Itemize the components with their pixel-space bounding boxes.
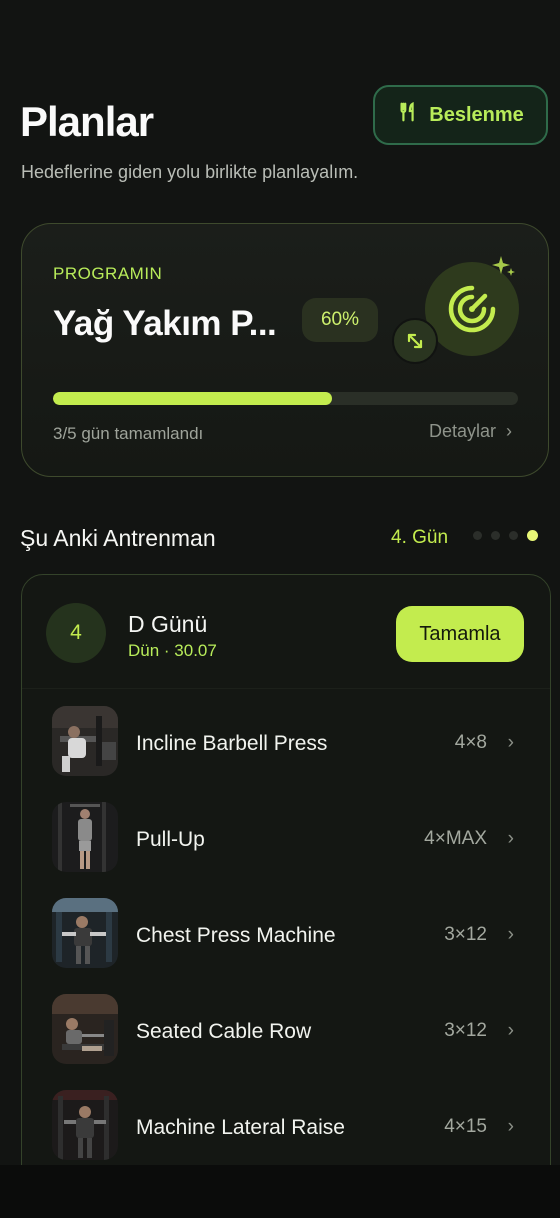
exercise-name: Chest Press Machine [136, 924, 336, 947]
exercise-thumbnail [52, 706, 118, 776]
pager-dots[interactable] [473, 530, 538, 541]
nutrition-button[interactable]: Beslenme [373, 85, 548, 145]
nutrition-button-label: Beslenme [429, 103, 524, 126]
expand-icon [407, 333, 423, 349]
day-number-badge: 4 [46, 603, 106, 663]
pager-dot[interactable] [527, 530, 538, 541]
program-progress-fill [53, 392, 332, 405]
sparkle-icon [492, 256, 515, 276]
exercise-name: Incline Barbell Press [136, 732, 328, 755]
target-icon [448, 285, 496, 333]
exercise-thumbnail [52, 994, 118, 1064]
exercise-name: Machine Lateral Raise [136, 1116, 345, 1139]
page-title: Planlar [20, 98, 154, 145]
exercise-sets: 3×12 [444, 924, 487, 945]
divider [22, 688, 550, 689]
exercise-row[interactable]: Pull-Up 4×MAX › [22, 794, 550, 890]
complete-button[interactable]: Tamamla [396, 606, 524, 662]
exercise-list: Incline Barbell Press 4×8 › Pull-Up 4×MA… [22, 698, 550, 1165]
program-card[interactable]: PROGRAMIN Yağ Yakım P... 60% 3/5 gün tam… [21, 223, 549, 477]
exercise-sets: 4×8 [454, 732, 487, 753]
exercise-row[interactable]: Machine Lateral Raise 4×15 › [22, 1082, 550, 1165]
exercise-thumbnail [52, 802, 118, 872]
details-label: Detaylar [428, 421, 496, 441]
chevron-right-icon: › [507, 924, 514, 945]
details-link[interactable]: Detaylar › [429, 421, 512, 442]
bottom-band [0, 1165, 560, 1218]
day-title: D Günü [128, 611, 208, 637]
chevron-right-icon: › [506, 421, 512, 441]
exercise-sets: 4×MAX [424, 828, 487, 849]
progress-text: 3/5 gün tamamlandı [53, 424, 204, 443]
exercise-row[interactable]: Chest Press Machine 3×12 › [22, 890, 550, 986]
workout-card: 4 D Günü Dün · 30.07 Tamamla Incline Bar… [21, 574, 551, 1165]
exercise-row[interactable]: Incline Barbell Press 4×8 › [22, 698, 550, 794]
chevron-right-icon: › [507, 1020, 514, 1041]
current-workout-title: Şu Anki Antrenman [20, 525, 216, 551]
plans-screen: Planlar Hedeflerine giden yolu birlikte … [0, 0, 560, 1165]
day-subtitle: Dün · 30.07 [128, 641, 217, 660]
chevron-right-icon: › [507, 1116, 514, 1137]
pager-dot[interactable] [491, 531, 500, 540]
page-subtitle: Hedeflerine giden yolu birlikte planlaya… [21, 162, 359, 182]
chevron-right-icon: › [507, 732, 514, 753]
program-progress-bar [53, 392, 518, 405]
expand-button[interactable] [392, 318, 438, 364]
fork-knife-icon [397, 101, 419, 129]
exercise-name: Seated Cable Row [136, 1020, 312, 1043]
exercise-name: Pull-Up [136, 828, 205, 851]
program-label: PROGRAMIN [53, 264, 163, 283]
pager-dot[interactable] [509, 531, 518, 540]
exercise-thumbnail [52, 1090, 118, 1160]
exercise-sets: 4×15 [444, 1116, 487, 1137]
exercise-row[interactable]: Seated Cable Row 3×12 › [22, 986, 550, 1082]
chevron-right-icon: › [507, 828, 514, 849]
progress-percent-badge: 60% [302, 298, 378, 342]
current-day-label: 4. Gün [391, 527, 449, 548]
program-name: Yağ Yakım P... [53, 304, 277, 343]
exercise-thumbnail [52, 898, 118, 968]
exercise-sets: 3×12 [444, 1020, 487, 1041]
pager-dot[interactable] [473, 531, 482, 540]
